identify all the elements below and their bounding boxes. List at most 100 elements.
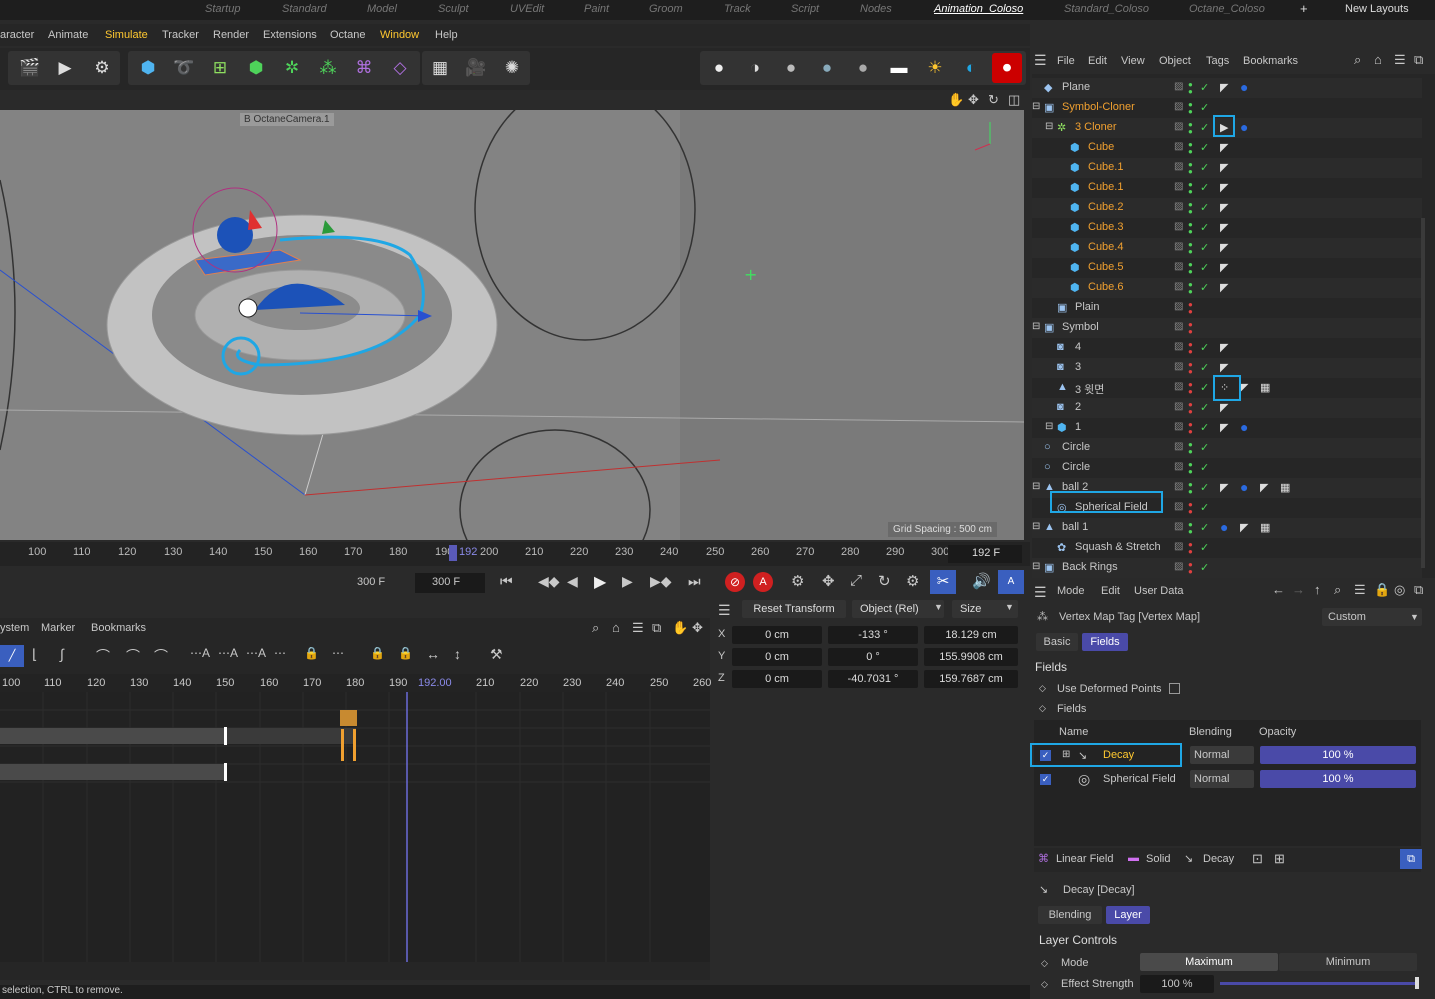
layer-icon[interactable]: ▨ — [1174, 281, 1183, 292]
next-frame-icon[interactable]: ▶ — [622, 573, 633, 590]
layout-tab-sculpt[interactable]: Sculpt — [438, 3, 469, 15]
checker-icon[interactable]: ▦ — [1260, 381, 1270, 394]
pos-x-field[interactable]: 0 cm — [732, 626, 822, 644]
object-name[interactable]: Plane — [1062, 81, 1090, 93]
octane-environment-icon[interactable]: ◐ — [956, 53, 986, 83]
size-z-field[interactable]: 159.7687 cm — [924, 670, 1018, 688]
octane-diffuse-icon[interactable]: ● — [848, 53, 878, 83]
key-tool-2-icon[interactable]: ⋯A — [218, 646, 238, 660]
play-icon[interactable]: ▶ — [594, 572, 606, 592]
scale-key-icon[interactable]: ↕ — [454, 646, 461, 662]
sound-icon[interactable]: 🔊 — [972, 572, 991, 590]
enabled-check-icon[interactable]: ✓ — [1200, 201, 1209, 214]
decay-opacity-slider[interactable]: 100 % — [1260, 746, 1416, 764]
tag-icon[interactable]: ◤ — [1220, 141, 1228, 154]
object-name[interactable]: 2 — [1075, 401, 1081, 413]
enabled-check-icon[interactable]: ✓ — [1200, 561, 1209, 574]
enabled-check-icon[interactable]: ✓ — [1200, 421, 1209, 434]
object-row[interactable]: ▣ Plain ▨ ● ● — [1032, 298, 1422, 318]
visibility-dots-icon[interactable]: ● ● — [1188, 301, 1193, 316]
new-window-icon[interactable]: ⧉ — [1414, 582, 1423, 598]
keyframe-diamond-icon[interactable]: ◇ — [1041, 958, 1048, 969]
om-menu-view[interactable]: View — [1121, 55, 1145, 67]
octane-daylight-icon[interactable]: ☀ — [920, 53, 950, 83]
effect-strength-slider[interactable] — [1220, 982, 1418, 985]
next-key-icon[interactable]: ▶◆ — [650, 573, 672, 590]
object-name[interactable]: Plain — [1075, 301, 1099, 313]
effect-strength-field[interactable]: 100 % — [1140, 975, 1214, 993]
layout-tab-animation-coloso[interactable]: Animation_Coloso — [934, 3, 1023, 15]
layer-icon[interactable]: ▨ — [1174, 521, 1183, 532]
field-icon[interactable]: ◇ — [385, 53, 415, 83]
use-deformed-checkbox[interactable] — [1169, 683, 1180, 694]
layer-icon[interactable]: ▨ — [1174, 221, 1183, 232]
add-folder-icon[interactable]: ⊞ — [1274, 851, 1285, 867]
lock-time-icon[interactable]: 🔒 — [370, 646, 385, 660]
linear-field-button[interactable]: Linear Field — [1056, 853, 1113, 865]
render-settings-icon[interactable]: ⚙ — [87, 53, 117, 83]
object-row[interactable]: ○ Circle ▨ ● ● ✓ — [1032, 458, 1422, 478]
home-icon[interactable]: ⌂ — [612, 620, 620, 635]
layer-icon[interactable]: ▨ — [1174, 481, 1183, 492]
expand-toggle-icon[interactable]: ⊟ — [1032, 321, 1040, 332]
filter-icon[interactable]: ☰ — [1354, 582, 1366, 598]
tag-icon[interactable]: ◤ — [1220, 181, 1228, 194]
om-menu-edit[interactable]: Edit — [1088, 55, 1107, 67]
paint-key-icon[interactable]: ⚒ — [490, 646, 503, 663]
tl-menu-marker[interactable]: Marker — [41, 622, 75, 634]
spherical-enable-checkbox[interactable]: ✓ — [1040, 774, 1051, 785]
layer-icon[interactable]: ▨ — [1174, 161, 1183, 172]
prev-frame-icon[interactable]: ◀ — [567, 573, 578, 590]
spherical-blend-select[interactable]: Normal — [1190, 770, 1254, 788]
menu-tracker[interactable]: Tracker — [162, 29, 199, 41]
current-frame-field[interactable]: 192 F — [948, 545, 1022, 563]
tl-menu-system[interactable]: ystem — [0, 622, 29, 634]
field-options-icon[interactable]: ⧉ — [1400, 849, 1422, 869]
solid-button[interactable]: Solid — [1146, 853, 1170, 865]
home-icon[interactable]: ⌂ — [1374, 52, 1382, 67]
coord-mode-select[interactable]: Object (Rel) — [852, 600, 944, 618]
layout-tab-octane-coloso[interactable]: Octane_Coloso — [1189, 3, 1265, 15]
key-tool-3-icon[interactable]: ⋯A — [246, 646, 266, 660]
sphere-mat-icon[interactable]: ● — [1240, 119, 1248, 135]
visibility-dots-icon[interactable]: ● ● — [1188, 441, 1193, 456]
subdivision-icon[interactable]: ⊞ — [205, 53, 235, 83]
filter-icon[interactable]: ☰ — [632, 620, 644, 636]
go-to-end-icon[interactable]: ⏭ — [688, 573, 701, 590]
enabled-check-icon[interactable]: ✓ — [1200, 181, 1209, 194]
expand-toggle-icon[interactable]: ⊟ — [1045, 121, 1053, 132]
visibility-dots-icon[interactable]: ● ● — [1188, 261, 1193, 276]
linear-interp-icon[interactable]: ╱ — [0, 645, 24, 667]
checker-icon[interactable]: ▦ — [1260, 521, 1270, 534]
menu-render[interactable]: Render — [213, 29, 249, 41]
mograph-cloner-icon[interactable]: ✲ — [277, 53, 307, 83]
back-arrow-icon[interactable]: ← — [1272, 582, 1285, 597]
render-view-icon[interactable]: 🎬 — [15, 53, 45, 83]
object-name[interactable]: 3 — [1075, 361, 1081, 373]
key-scale-icon[interactable]: ⤢ — [850, 572, 862, 589]
coord-menu-icon[interactable]: ☰ — [718, 602, 731, 619]
tag-icon[interactable]: ◤ — [1220, 201, 1228, 214]
octane-live-viewer-icon[interactable]: ⏺ — [992, 53, 1022, 83]
lock-icon[interactable]: 🔒 — [1374, 582, 1390, 598]
visibility-dots-icon[interactable]: ● ● — [1188, 141, 1193, 156]
viewport-3d[interactable]: + B OctaneCamera.1 Grid Spacing : 500 cm — [0, 110, 1024, 540]
subtab-blending[interactable]: Blending — [1038, 906, 1102, 924]
am-hamburger-icon[interactable]: ☰ — [1034, 584, 1047, 601]
menu-octane[interactable]: Octane — [330, 29, 365, 41]
dopesheet-tracks[interactable] — [0, 692, 710, 962]
layer-icon[interactable]: ▨ — [1174, 381, 1183, 392]
visibility-dots-icon[interactable]: ● ● — [1188, 481, 1193, 496]
new-window-icon[interactable]: ⧉ — [1414, 52, 1423, 68]
object-row[interactable]: ⬢ Cube.5 ▨ ● ● ✓ ◤ — [1032, 258, 1422, 278]
object-name[interactable]: Circle — [1062, 441, 1090, 453]
enabled-check-icon[interactable]: ✓ — [1200, 81, 1209, 94]
checker-icon[interactable]: ▦ — [1280, 481, 1290, 494]
tag-icon[interactable]: ◤ — [1220, 401, 1228, 414]
object-row[interactable]: ○ Circle ▨ ● ● ✓ — [1032, 438, 1422, 458]
object-name[interactable]: Cube — [1088, 141, 1114, 153]
expand-toggle-icon[interactable]: ⊟ — [1045, 421, 1053, 432]
object-name[interactable]: 3 윗면 — [1075, 381, 1104, 397]
tl-menu-bookmarks[interactable]: Bookmarks — [91, 622, 146, 634]
visibility-dots-icon[interactable]: ● ● — [1188, 421, 1193, 436]
